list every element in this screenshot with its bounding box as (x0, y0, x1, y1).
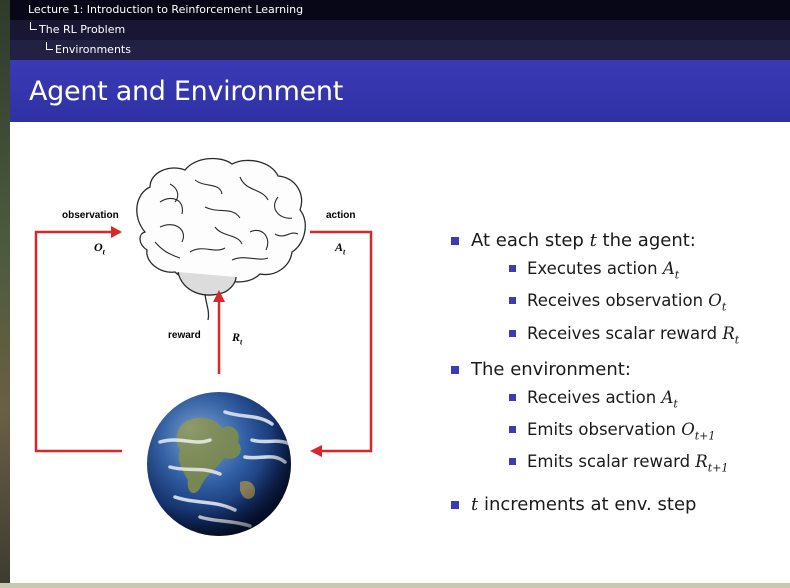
nav-section-text: The RL Problem (30, 20, 125, 40)
bullet-environment: The environment: (446, 357, 790, 383)
symbol-letter: O (681, 420, 695, 440)
sub-bullet-text: Receives observation (527, 291, 709, 311)
sub-bullet-text: Receives action (527, 387, 662, 407)
diagram-svg (34, 157, 373, 536)
symbol-letter: O (708, 291, 722, 311)
sub-bullet-receives-reward: Receives scalar reward Rt (446, 321, 790, 353)
bullet-square-icon (509, 393, 516, 401)
sub-bullet-text: Emits observation (527, 420, 682, 440)
reward-symbol-letter: R (232, 330, 241, 344)
sub-bullet-emits-reward: Emits scalar reward Rt+1 (446, 449, 790, 481)
bullet-suffix: increments at env. step (478, 493, 697, 515)
sub-bullet-symbol: At (662, 259, 680, 282)
video-frame-bottom (0, 583, 790, 588)
bullet-variable: t (589, 230, 597, 251)
observation-symbol: Ot (94, 240, 105, 256)
bullet-text: The environment: (471, 358, 631, 380)
nav-lecture-label: Lecture 1: Introduction to Reinforcement… (28, 3, 304, 16)
earth-icon (147, 392, 292, 536)
nav-section-label: The RL Problem (39, 23, 126, 36)
symbol-subscript: t (674, 268, 680, 282)
bullet-square-icon (451, 500, 459, 509)
observation-label: observation (62, 210, 119, 221)
bullet-square-icon (451, 237, 459, 245)
symbol-letter: A (661, 387, 674, 407)
sub-bullet-symbol: At (661, 387, 678, 411)
bullet-text: At each step (471, 230, 590, 251)
sub-bullet-env-receives-action: Receives action At (446, 385, 790, 417)
agent-environment-diagram: observation Ot action At reward Rt (10, 122, 440, 583)
symbol-subscript: t+1 (707, 461, 729, 475)
tree-branch-icon (46, 42, 53, 50)
sub-bullet-text: Emits scalar reward (527, 452, 696, 472)
sub-bullet-symbol: Ot (708, 291, 726, 313)
action-symbol-letter: A (335, 240, 344, 254)
action-label: action (326, 210, 356, 221)
sub-bullet-executes-action: Executes action At (446, 256, 790, 288)
bullet-square-icon (451, 365, 459, 374)
slide-title: Agent and Environment (29, 76, 343, 107)
bullet-square-icon (509, 265, 516, 272)
sub-bullet-symbol: Rt+1 (695, 452, 728, 474)
nav-section[interactable]: The RL Problem (10, 20, 790, 40)
symbol-subscript: t+1 (694, 429, 716, 443)
tree-branch-icon (30, 22, 37, 30)
sub-bullet-receives-observation: Receives observation Ot (446, 288, 790, 320)
symbol-subscript: t (673, 397, 678, 411)
sub-bullet-symbol: Rt (722, 323, 740, 346)
observation-arrowhead (111, 226, 122, 238)
observation-symbol-subscript: t (102, 247, 105, 257)
sub-bullet-emits-observation: Emits observation Ot+1 (446, 417, 790, 449)
symbol-letter: R (722, 323, 735, 343)
symbol-letter: R (695, 452, 708, 472)
reward-label: reward (168, 330, 201, 341)
reward-symbol-subscript: t (240, 337, 243, 347)
sub-bullet-symbol: Ot+1 (681, 420, 716, 443)
bullet-suffix: the agent: (596, 230, 696, 251)
bullet-square-icon (509, 458, 516, 466)
symbol-subscript: t (721, 300, 727, 314)
observation-symbol-letter: O (94, 240, 103, 254)
bullet-increments: t increments at env. step (446, 492, 790, 518)
nav-subsection-label: Environments (55, 43, 131, 56)
symbol-letter: A (662, 259, 675, 278)
slide: Lecture 1: Introduction to Reinforcement… (10, 0, 790, 583)
nav-subsection[interactable]: Environments (10, 40, 790, 60)
action-symbol-subscript: t (343, 247, 346, 257)
action-arrowhead (310, 445, 322, 457)
beamer-navigation: Lecture 1: Introduction to Reinforcement… (10, 0, 790, 60)
slide-title-bar: Agent and Environment (10, 60, 790, 122)
reward-symbol: Rt (232, 330, 242, 346)
bullet-agent-step: At each step t the agent: (446, 228, 790, 254)
action-arrow (310, 230, 373, 453)
bullet-square-icon (509, 297, 516, 305)
sub-bullet-text: Executes action (527, 259, 663, 278)
bullet-square-icon (509, 329, 516, 337)
symbol-subscript: t (734, 332, 740, 346)
observation-arrow (34, 230, 122, 453)
action-symbol: At (335, 240, 345, 256)
bullet-list: At each step t the agent: Executes actio… (446, 228, 790, 520)
video-frame-edge (0, 0, 10, 588)
sub-bullet-text: Receives scalar reward (527, 323, 723, 343)
bullet-square-icon (509, 426, 516, 434)
nav-subsection-text: Environments (46, 40, 131, 60)
